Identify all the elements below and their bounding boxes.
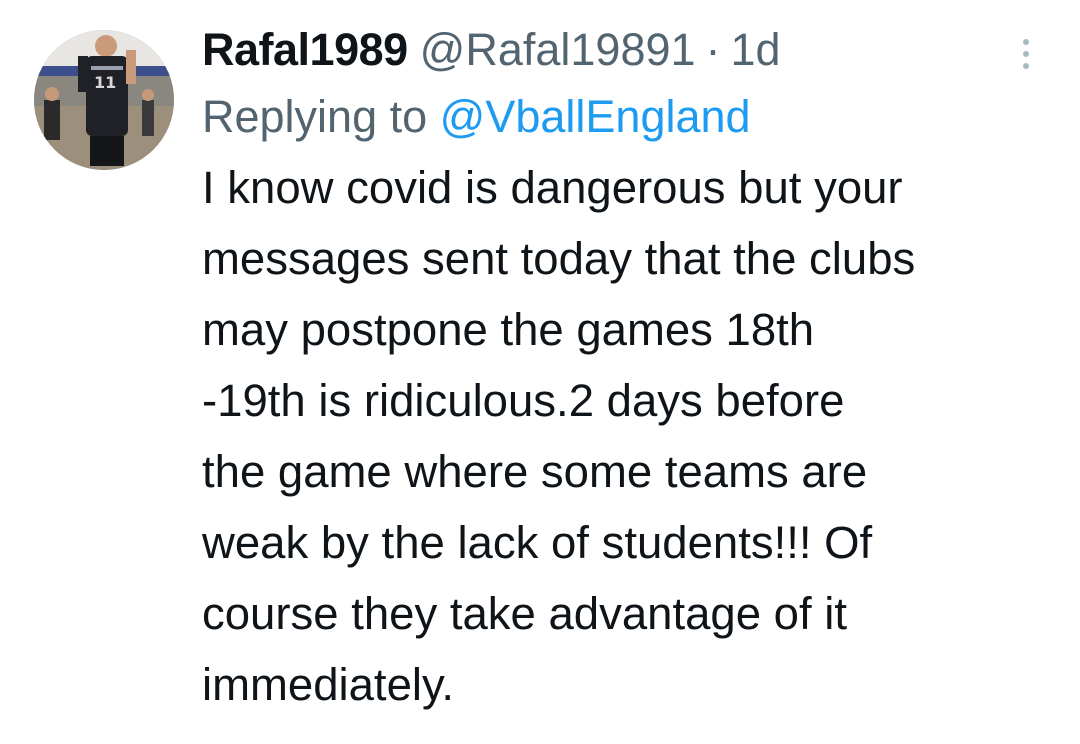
svg-text:11: 11 [94, 73, 116, 92]
reply-context: Replying to @VballEngland [202, 82, 1062, 152]
reply-to-link[interactable]: @VballEngland [440, 91, 751, 142]
more-vertical-icon-dot [1023, 51, 1029, 57]
timestamp[interactable]: 1d [731, 18, 781, 82]
avatar-photo-icon: 11 [34, 30, 174, 170]
tweet[interactable]: 11 Rafal1989 @Rafal19891 · 1d Replying t… [0, 0, 1080, 744]
more-options-button[interactable] [1008, 32, 1044, 76]
more-vertical-icon-dot [1023, 63, 1029, 69]
separator-dot: · [705, 24, 721, 75]
avatar[interactable]: 11 [34, 30, 174, 170]
more-vertical-icon [1023, 39, 1029, 45]
user-handle[interactable]: @Rafal19891 [420, 18, 696, 82]
tweet-text: I know covid is dangerous but your messa… [202, 162, 916, 710]
tweet-header: Rafal1989 @Rafal19891 · 1d [202, 18, 1062, 82]
tweet-content: Rafal1989 @Rafal19891 · 1d Replying to @… [202, 18, 1062, 720]
reply-prefix: Replying to [202, 91, 428, 142]
display-name[interactable]: Rafal1989 [202, 18, 408, 82]
